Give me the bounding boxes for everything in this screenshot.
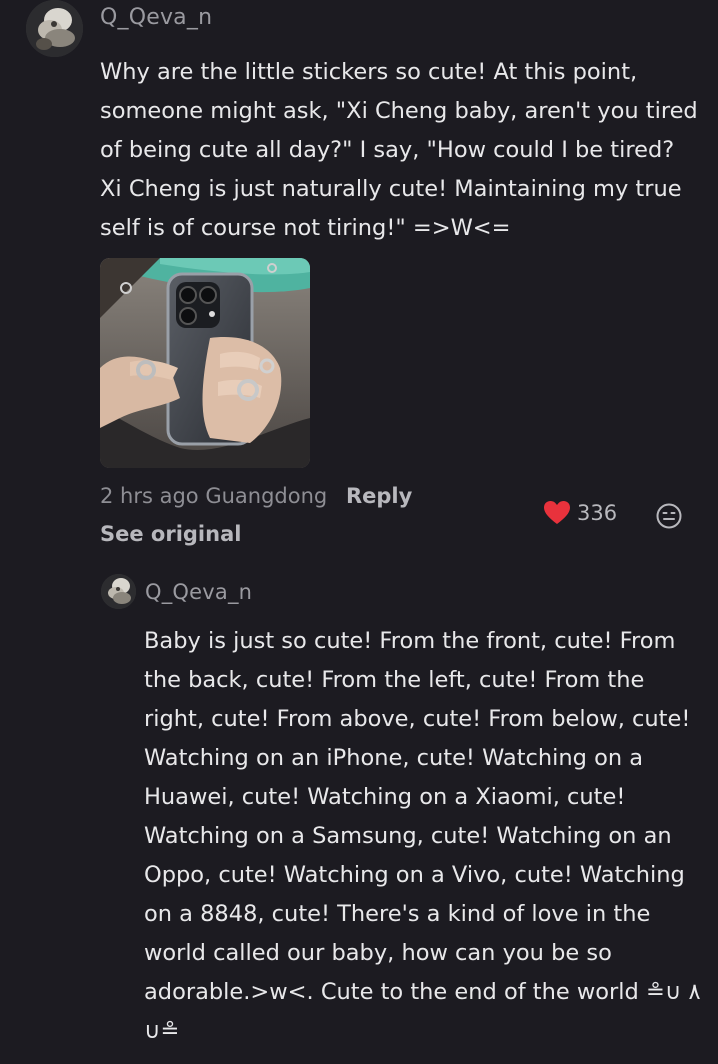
see-original-button[interactable]: See original (100, 522, 241, 546)
comment-time: 2 hrs ago (100, 484, 199, 508)
avatar[interactable] (26, 0, 83, 57)
comment-thread: Q_Qeva_n Why are the little stickers so … (0, 0, 718, 1064)
avatar-icon (26, 0, 83, 57)
comment-username[interactable]: Q_Qeva_n (100, 5, 212, 30)
emoji-icon[interactable] (655, 502, 683, 530)
photo-image (100, 258, 310, 468)
reply-body: Baby is just so cute! From the front, cu… (144, 628, 701, 1044)
like-count: 336 (577, 501, 618, 525)
reply-avatar[interactable] (101, 574, 136, 609)
reply-button[interactable]: Reply (346, 484, 412, 508)
heart-icon (544, 501, 570, 524)
reply-username[interactable]: Q_Qeva_n (145, 580, 252, 604)
comment-photo[interactable] (100, 258, 310, 468)
like-button[interactable]: 336 (543, 500, 617, 526)
comment-meta: 2 hrs ago Guangdong Reply (100, 484, 412, 508)
comment-body: Why are the little stickers so cute! At … (100, 59, 698, 241)
comment-location: Guangdong (205, 484, 328, 508)
avatar-icon (101, 574, 136, 609)
